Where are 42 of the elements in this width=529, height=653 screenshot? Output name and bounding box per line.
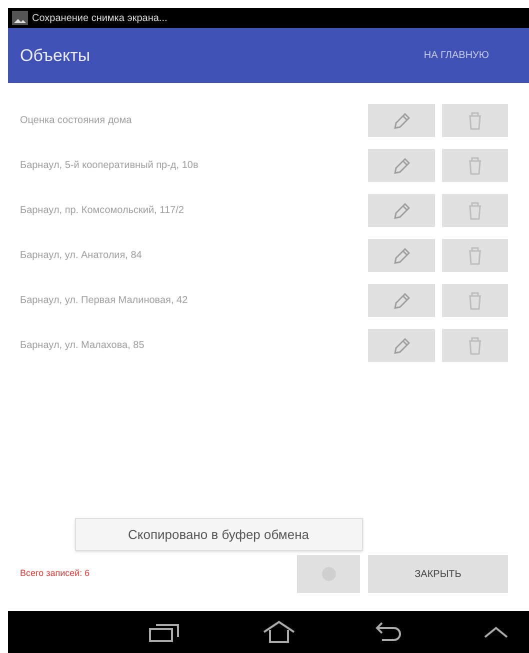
trash-icon (467, 110, 483, 130)
pencil-icon (392, 156, 412, 176)
record-count: Всего записей: 6 (19, 567, 91, 580)
recent-apps-icon[interactable] (148, 621, 180, 643)
edit-button[interactable] (368, 329, 435, 362)
delete-button[interactable] (442, 239, 508, 272)
object-name[interactable]: Барнаул, 5-й кооперативный пр-д, 10в (8, 158, 368, 173)
home-link[interactable]: НА ГЛАВНУЮ (424, 48, 489, 63)
toast-message: Скопировано в буфер обмена (74, 518, 362, 551)
edit-button[interactable] (368, 284, 435, 317)
object-name[interactable]: Барнаул, ул. Малахова, 85 (8, 338, 368, 353)
edit-button[interactable] (368, 149, 435, 182)
pencil-icon (392, 336, 412, 356)
back-icon[interactable] (374, 621, 402, 643)
edit-button[interactable] (368, 104, 435, 137)
trash-icon (467, 200, 483, 220)
trash-icon (467, 336, 483, 356)
share-button[interactable] (297, 555, 360, 593)
image-icon (12, 11, 28, 25)
close-button[interactable]: ЗАКРЫТЬ (368, 555, 508, 593)
trash-icon (467, 156, 483, 176)
delete-button[interactable] (442, 194, 508, 227)
delete-button[interactable] (442, 104, 508, 137)
chevron-up-icon[interactable] (483, 625, 509, 639)
pencil-icon (392, 246, 412, 266)
object-name[interactable]: Барнаул, ул. Первая Малиновая, 42 (8, 293, 368, 308)
edit-button[interactable] (368, 194, 435, 227)
pencil-icon (392, 200, 412, 220)
delete-button[interactable] (442, 329, 508, 362)
notification-text: Сохранение снимка экрана... (32, 12, 168, 26)
trash-icon (467, 290, 483, 310)
pencil-icon (392, 290, 412, 310)
delete-button[interactable] (442, 284, 508, 317)
home-icon[interactable] (262, 620, 296, 644)
trash-icon (467, 246, 483, 266)
pencil-icon (392, 110, 412, 130)
delete-button[interactable] (442, 149, 508, 182)
object-name[interactable]: Оценка состояния дома (8, 113, 368, 128)
object-name[interactable]: Барнаул, ул. Анатолия, 84 (8, 248, 368, 263)
object-name[interactable]: Барнаул, пр. Комсомольский, 117/2 (8, 203, 368, 218)
app-bar-title: Объекты (20, 44, 90, 67)
edit-button[interactable] (368, 239, 435, 272)
